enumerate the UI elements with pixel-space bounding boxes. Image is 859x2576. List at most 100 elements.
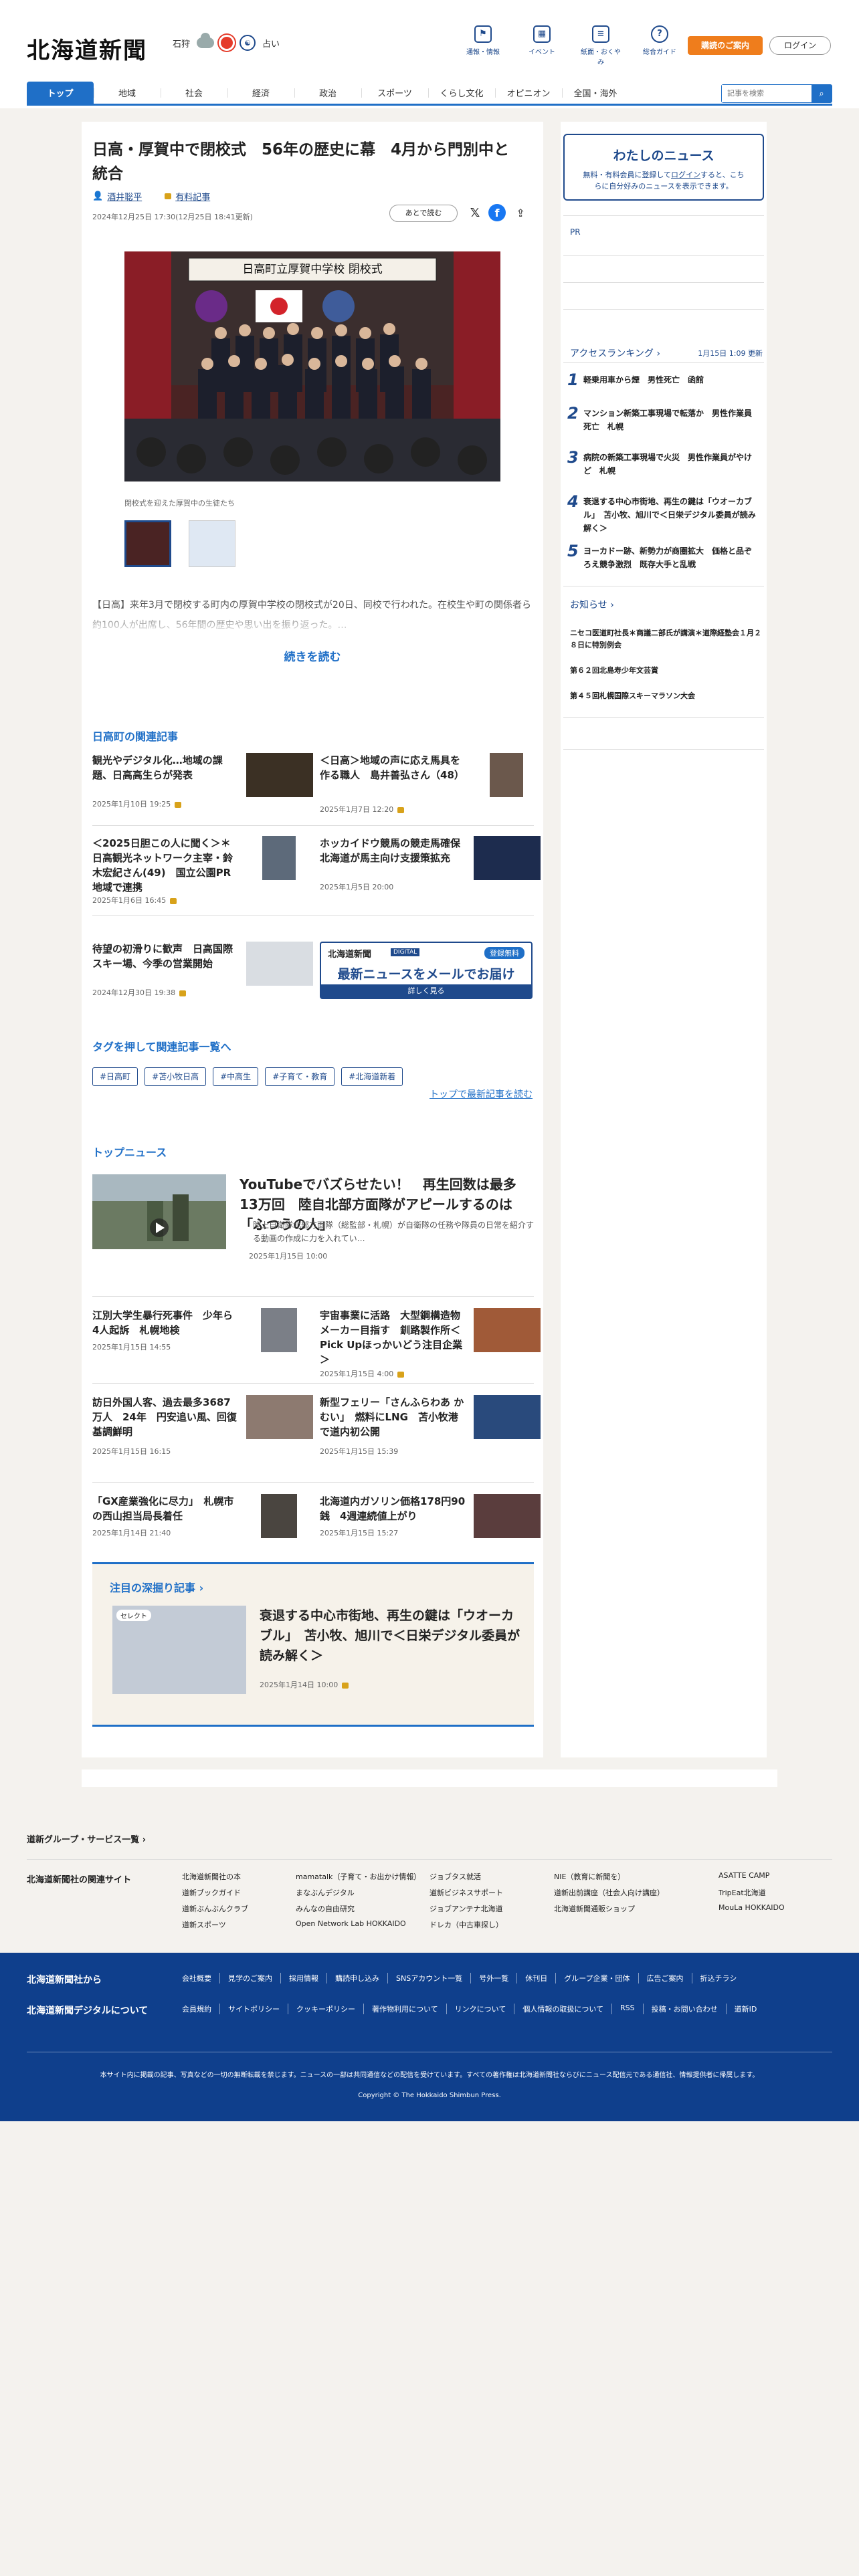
related-item[interactable]: ホッカイドウ競馬の競走馬確保 北海道が馬主向け支援策拡充 2025年1月5日 2…	[320, 836, 541, 903]
read-more-link[interactable]: 続きを読む	[82, 647, 543, 664]
related-item[interactable]: 待望の初滑りに歓声 日高国際スキー場、今季の営業開始 2024年12月30日 1…	[92, 942, 313, 1008]
footer-link[interactable]: 会員規約	[182, 2004, 219, 2014]
footer-link[interactable]: 道新スポーツ	[182, 1919, 296, 1930]
notice-heading[interactable]: お知らせ ›	[570, 598, 614, 611]
premium-badge[interactable]: 有料記事	[161, 190, 210, 203]
my-news-box[interactable]: わたしのニュース 無料・有料会員に登録してログインすると、こちらに自分好みのニュ…	[563, 134, 764, 201]
nav-world[interactable]: 全国・海外	[562, 82, 629, 104]
top-news-main[interactable]: YouTubeでバズらせたい！ 再生回数は最多13万回 陸自北部方面隊がアピール…	[92, 1174, 534, 1268]
footer-link[interactable]: クッキーポリシー	[288, 2004, 363, 2014]
footer-link[interactable]: 投稿・お問い合わせ	[642, 2004, 726, 2014]
thumbnail-1[interactable]	[124, 520, 171, 567]
nav-economy[interactable]: 経済	[227, 82, 294, 104]
ranking-item[interactable]: 4 衰退する中心市街地、再生の鍵は「ウオーカブル」 苫小牧、旭川で＜日栄デジタル委…	[567, 492, 761, 534]
footer-link[interactable]: 見学のご案内	[219, 1973, 280, 1983]
footer-link[interactable]: グループ企業・団体	[555, 1973, 638, 1983]
footer-link[interactable]: 北海道新聞通販ショップ	[554, 1903, 719, 1914]
footer-link[interactable]: SNSアカウント一覧	[387, 1973, 470, 1983]
footer-link[interactable]: NIE（教育に新聞を）	[554, 1871, 719, 1882]
nav-politics[interactable]: 政治	[294, 82, 361, 104]
related-item[interactable]: ＜2025日胆この人に聞く＞＊日高観光ネットワーク主宰・鈴木宏紀さん(49) 国…	[92, 836, 313, 905]
nav-sports[interactable]: スポーツ	[361, 82, 428, 104]
footer-link[interactable]: TripEat北海道	[719, 1887, 805, 1898]
footer-link[interactable]: サイトポリシー	[219, 2004, 288, 2014]
news-thumbnail	[261, 1494, 297, 1538]
notice-item[interactable]: 第６２回北島寿少年文芸賞	[570, 665, 764, 677]
notice-item[interactable]: 第４５回札幌国際スキーマラソン大会	[570, 690, 764, 702]
footer-link[interactable]: ドレカ（中古車探し）	[430, 1919, 554, 1930]
weather-widget[interactable]: 石狩 ☯ 占い	[173, 33, 280, 51]
group-services-link[interactable]: 道新グループ・サービス一覧 ›	[27, 1832, 146, 1845]
related-item[interactable]: 観光やデジタル化…地域の課題、日高高生らが発表 2025年1月10日 19:25	[92, 753, 313, 820]
footer-link[interactable]: MouLa HOKKAIDO	[719, 1903, 805, 1914]
top-news-item[interactable]: 江別大学生暴行死事件 少年ら4人起訴 札幌地検 2025年1月15日 14:55	[92, 1308, 313, 1375]
nav-top[interactable]: トップ	[27, 82, 94, 104]
nav-region[interactable]: 地域	[94, 82, 161, 104]
footer-link[interactable]: 著作物利用について	[363, 2004, 446, 2014]
footer-link[interactable]: mamatalk（子育て・お出かけ情報）	[296, 1871, 430, 1882]
footer-link[interactable]: ASATTE CAMP	[719, 1871, 805, 1882]
tool-paper[interactable]: ≡ 紙面・おくやみ	[579, 25, 622, 66]
login-link[interactable]: ログイン	[671, 171, 700, 179]
nav-culture[interactable]: くらし文化	[428, 82, 495, 104]
footer-link[interactable]: 道新ID	[725, 2004, 765, 2014]
footer-link[interactable]: みんなの自由研究	[296, 1903, 430, 1914]
ranking-item[interactable]: 3 病院の新築工事現場で火災 男性作業員がやけど 札幌	[567, 448, 761, 490]
top-news-item[interactable]: 宇宙事業に活路 大型鋼構造物メーカー目指す 釧路製作所＜Pick Upほっかいど…	[320, 1308, 541, 1378]
footer-link[interactable]: 会社概要	[182, 1973, 219, 1983]
footer-link[interactable]: 道新ぶんぶんクラブ	[182, 1903, 296, 1914]
tool-events[interactable]: ▦ イベント	[520, 25, 563, 66]
tool-guide[interactable]: ? 総合ガイド	[638, 25, 681, 66]
site-logo[interactable]: 北海道新聞	[27, 32, 147, 65]
footer-link[interactable]: 折込チラシ	[691, 1973, 745, 1983]
footer-link[interactable]: 号外一覧	[470, 1973, 516, 1983]
tag-item[interactable]: #日高町	[92, 1067, 138, 1086]
facebook-share-icon[interactable]: f	[488, 204, 506, 221]
footer-link[interactable]: 北海道新聞社の本	[182, 1871, 296, 1882]
tool-report[interactable]: ⚑ 通報・情報	[462, 25, 504, 66]
top-news-item[interactable]: 「GX産業強化に尽力」 札幌市の西山担当局長着任 2025年1月14日 21:4…	[92, 1494, 313, 1561]
tag-item[interactable]: #子育て・教育	[265, 1067, 335, 1086]
footer-link[interactable]: 個人情報の取扱について	[514, 2004, 611, 2014]
footer-link[interactable]: 広告ご案内	[638, 1973, 692, 1983]
top-news-item[interactable]: 訪日外国人客、過去最多3687万人 24年 円安追い風、回復基調鮮明 2025年…	[92, 1395, 313, 1462]
subscribe-button[interactable]: 購読のご案内	[688, 36, 763, 55]
footer-link[interactable]: 道新ブックガイド	[182, 1887, 296, 1898]
top-news-item[interactable]: 新型フェリー「さんふらわあ かむい」 燃料にLNG 苫小牧港で道内初公開 202…	[320, 1395, 541, 1462]
featured-deep-dive[interactable]: 注目の深掘り記事 › セレクト 衰退する中心市街地、再生の鍵は「ウオーカブル」 …	[92, 1562, 534, 1727]
tag-item[interactable]: #苫小牧日高	[145, 1067, 207, 1086]
article-photo[interactable]: 日高町立厚賀中学校 閉校式	[124, 251, 500, 481]
footer-link[interactable]: ジョブアンテナ北海道	[430, 1903, 554, 1914]
related-item[interactable]: ＜日高＞地域の声に応え馬具を作る職人 島井善弘さん（48） 2025年1月7日 …	[320, 753, 541, 820]
search-icon[interactable]: ⌕	[812, 85, 832, 102]
author[interactable]: 👤 酒井聡平	[92, 190, 142, 203]
search-input[interactable]	[722, 85, 812, 102]
nav-society[interactable]: 社会	[161, 82, 227, 104]
footer-link[interactable]: ジョブタス就活	[430, 1871, 554, 1882]
footer-link[interactable]: Open Network Lab HOKKAIDO	[296, 1919, 430, 1930]
read-later-button[interactable]: あとで読む	[389, 205, 458, 222]
ranking-item[interactable]: 2 マンション新築工事現場で転落か 男性作業員死亡 札幌	[567, 404, 761, 445]
footer-link[interactable]: 休刊日	[516, 1973, 555, 1983]
ranking-heading[interactable]: アクセスランキング ›	[570, 346, 660, 360]
ranking-item[interactable]: 5 ヨーカドー跡、新勢力が商圏拡大 価格と品ぞろえ競争激烈 既存大手と乱戦	[567, 542, 761, 583]
tag-item[interactable]: #中高生	[213, 1067, 259, 1086]
footer-link[interactable]: まなぶんデジタル	[296, 1887, 430, 1898]
notice-item[interactable]: ニセコ医道町社長＊商議二部氏が講演＊道際経塾会１月２８日に特別例会	[570, 627, 764, 651]
footer-link[interactable]: 採用情報	[280, 1973, 326, 1983]
x-share-icon[interactable]: 𝕏	[466, 203, 484, 222]
share-icon[interactable]: ⇪	[511, 203, 530, 222]
top-news-item[interactable]: 北海道内ガソリン価格178円90銭 4週連続値上がり 2025年1月15日 15…	[320, 1494, 541, 1561]
footer-link[interactable]: リンクについて	[446, 2004, 514, 2014]
footer-link[interactable]: 購読申し込み	[326, 1973, 387, 1983]
footer: 北海道新聞社から 北海道新聞デジタルについて 会社概要 見学のご案内 採用情報 …	[0, 1953, 859, 2121]
latest-news-link[interactable]: トップで最新記事を読む	[430, 1087, 533, 1101]
tag-item[interactable]: #北海道新着	[341, 1067, 403, 1086]
email-signup-banner[interactable]: 北海道新聞 DIGITAL 登録無料 最新ニュースをメールでお届け 詳しく見る	[320, 942, 533, 999]
footer-link[interactable]: 道新出前講座（社会人向け講座）	[554, 1887, 719, 1898]
login-button[interactable]: ログイン	[769, 36, 831, 55]
thumbnail-2[interactable]	[189, 520, 235, 567]
footer-link[interactable]: 道新ビジネスサポート	[430, 1887, 554, 1898]
nav-opinion[interactable]: オピニオン	[495, 82, 562, 104]
footer-link[interactable]: RSS	[611, 2004, 643, 2014]
